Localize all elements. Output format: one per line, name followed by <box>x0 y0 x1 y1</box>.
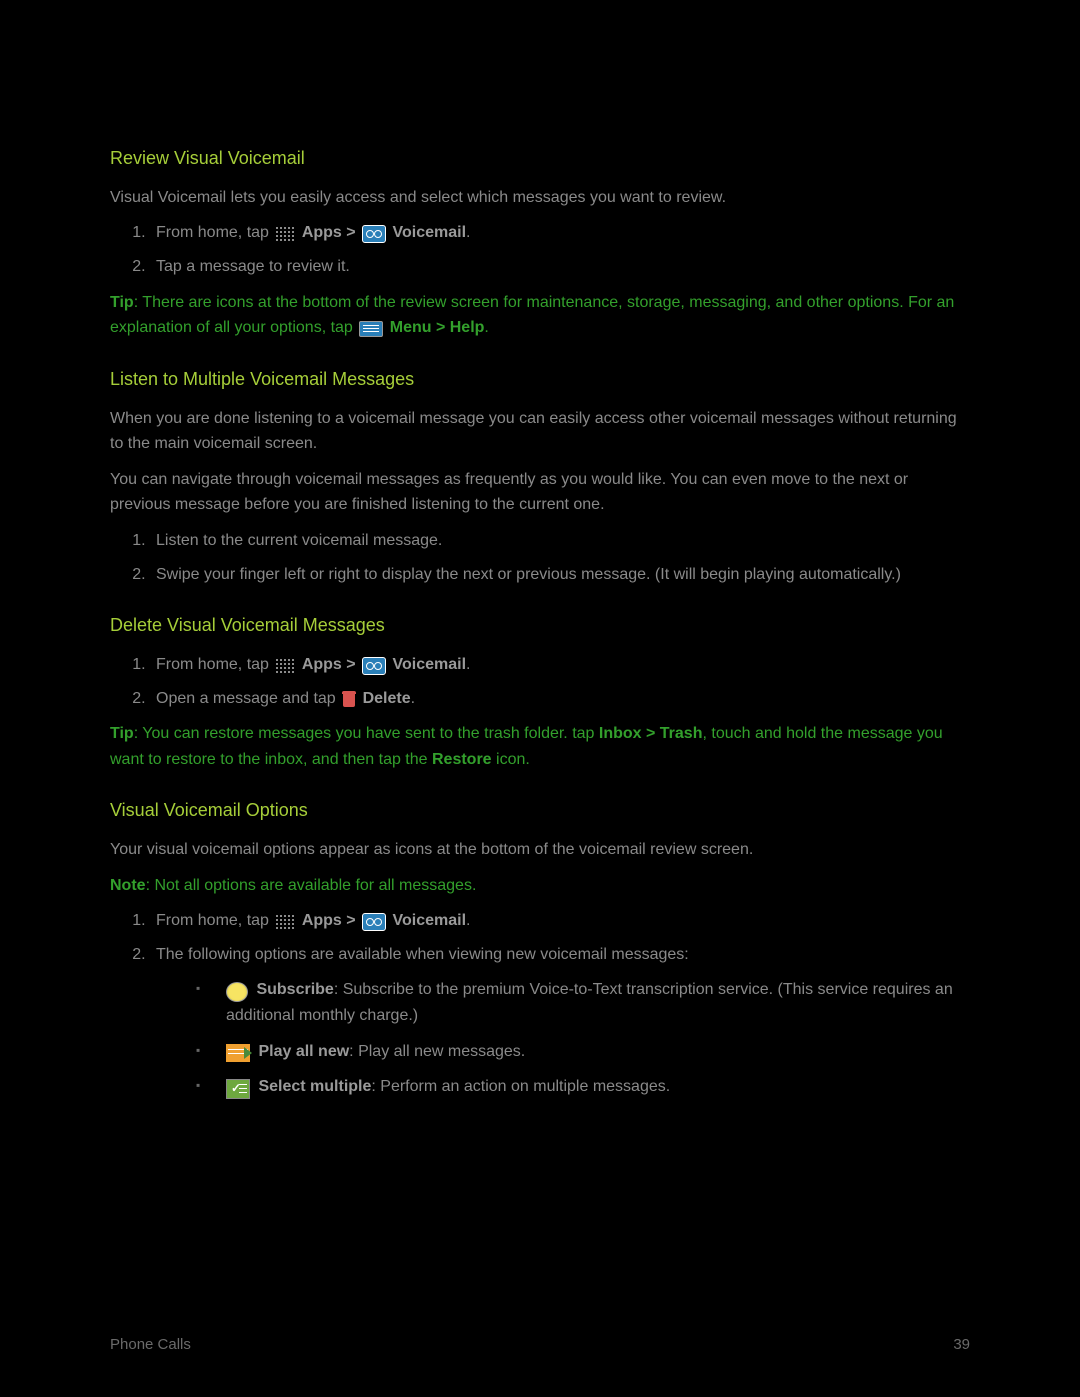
menu-help-label: Menu > Help <box>390 319 485 336</box>
note-text: : Not all options are available for all … <box>146 877 477 894</box>
play-text: : Play all new messages. <box>349 1043 525 1060</box>
step-text: The following options are available when… <box>156 946 689 963</box>
listen-p2: You can navigate through voicemail messa… <box>110 467 970 518</box>
trash-icon <box>342 691 356 707</box>
subscribe-text: : Subscribe to the premium Voice-to-Text… <box>226 981 953 1024</box>
footer-page-number: 39 <box>953 1333 970 1357</box>
step-text: From home, tap <box>156 656 273 673</box>
step-text: Open a message and tap <box>156 690 340 707</box>
delete-tip: Tip: You can restore messages you have s… <box>110 721 970 772</box>
apps-grid-icon <box>275 658 295 674</box>
period: . <box>411 690 415 707</box>
listen-steps: Listen to the current voicemail message.… <box>110 528 970 587</box>
apps-grid-icon <box>275 914 295 930</box>
review-intro: Visual Voicemail lets you easily access … <box>110 185 970 211</box>
review-steps: From home, tap Apps > Voicemail. Tap a m… <box>110 220 970 279</box>
subscribe-label: Subscribe <box>256 981 333 998</box>
select-multiple-icon <box>226 1079 250 1099</box>
listen-step-2: Swipe your finger left or right to displ… <box>150 562 970 588</box>
note-label: Note <box>110 877 146 894</box>
inbox-trash: Inbox > Trash <box>599 725 703 742</box>
options-steps: From home, tap Apps > Voicemail. The fol… <box>110 908 970 1100</box>
listen-p1: When you are done listening to a voicema… <box>110 406 970 457</box>
apps-label: Apps > <box>302 912 360 929</box>
options-step-1: From home, tap Apps > Voicemail. <box>150 908 970 934</box>
tip-part3: icon. <box>492 751 530 768</box>
heading-options: Visual Voicemail Options <box>110 796 970 825</box>
voicemail-label: Voicemail <box>393 224 467 241</box>
period: . <box>466 656 470 673</box>
tip-label: Tip <box>110 294 134 311</box>
options-bullets: Subscribe: Subscribe to the premium Voic… <box>156 977 970 1099</box>
select-text: : Perform an action on multiple messages… <box>371 1078 670 1095</box>
period: . <box>466 224 470 241</box>
voicemail-icon <box>362 913 386 931</box>
step-text: From home, tap <box>156 224 273 241</box>
menu-icon <box>359 321 383 337</box>
delete-step-1: From home, tap Apps > Voicemail. <box>150 652 970 678</box>
period: . <box>466 912 470 929</box>
heading-delete: Delete Visual Voicemail Messages <box>110 611 970 640</box>
option-play-all: Play all new: Play all new messages. <box>196 1039 970 1065</box>
review-tip: Tip: There are icons at the bottom of th… <box>110 290 970 341</box>
voicemail-label: Voicemail <box>393 912 467 929</box>
voicemail-label: Voicemail <box>393 656 467 673</box>
review-step-1: From home, tap Apps > Voicemail. <box>150 220 970 246</box>
heading-listen: Listen to Multiple Voicemail Messages <box>110 365 970 394</box>
page-footer: Phone Calls 39 <box>110 1333 970 1357</box>
listen-step-1: Listen to the current voicemail message. <box>150 528 970 554</box>
apps-grid-icon <box>275 226 295 242</box>
tip-label: Tip <box>110 725 134 742</box>
delete-label: Delete <box>363 690 411 707</box>
option-select-multiple: Select multiple: Perform an action on mu… <box>196 1074 970 1100</box>
options-note: Note: Not all options are available for … <box>110 873 970 899</box>
select-label: Select multiple <box>258 1078 371 1095</box>
delete-steps: From home, tap Apps > Voicemail. Open a … <box>110 652 970 711</box>
option-subscribe: Subscribe: Subscribe to the premium Voic… <box>196 977 970 1028</box>
options-step-2: The following options are available when… <box>150 942 970 1100</box>
play-all-icon <box>226 1044 250 1062</box>
footer-left: Phone Calls <box>110 1333 191 1357</box>
apps-label: Apps > <box>302 224 360 241</box>
delete-step-2: Open a message and tap Delete. <box>150 686 970 712</box>
document-page: Review Visual Voicemail Visual Voicemail… <box>0 0 1080 1397</box>
step-text: From home, tap <box>156 912 273 929</box>
subscribe-icon <box>226 982 248 1002</box>
apps-label: Apps > <box>302 656 360 673</box>
restore-label: Restore <box>432 751 492 768</box>
voicemail-icon <box>362 657 386 675</box>
voicemail-icon <box>362 225 386 243</box>
review-step-2: Tap a message to review it. <box>150 254 970 280</box>
period: . <box>484 319 488 336</box>
heading-review: Review Visual Voicemail <box>110 144 970 173</box>
options-intro: Your visual voicemail options appear as … <box>110 837 970 863</box>
play-label: Play all new <box>258 1043 349 1060</box>
tip-line1: : There are icons at the bottom of the r… <box>134 294 843 311</box>
tip-part1: : You can restore messages you have sent… <box>134 725 599 742</box>
